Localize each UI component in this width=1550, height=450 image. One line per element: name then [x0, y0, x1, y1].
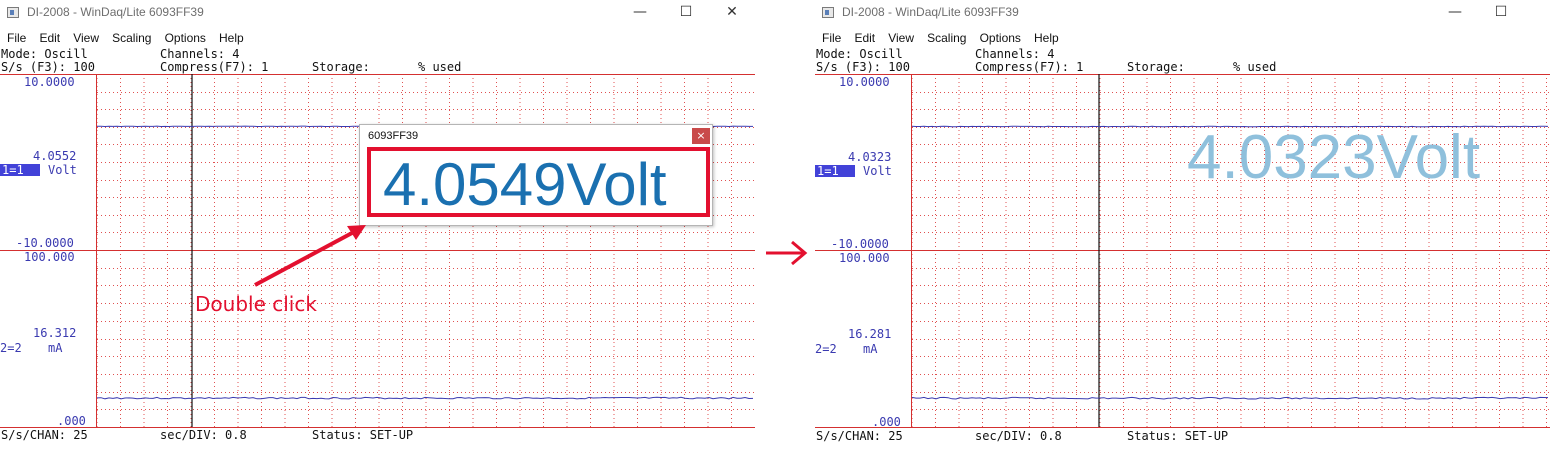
ch1-unit: Volt [863, 164, 892, 178]
ch1-value: 4.0323 [848, 150, 892, 164]
sec-per-div-label: sec/DIV: 0.8 [975, 429, 1062, 443]
floating-reading: 4.0323Volt [1187, 123, 1481, 192]
ch2-channel-label[interactable]: 2=2 [815, 343, 837, 355]
ch2-value: 16.281 [848, 327, 892, 341]
ch2-unit: mA [863, 342, 878, 356]
annotation-arrow [254, 225, 366, 287]
annotation-arrow-shaft [254, 231, 353, 287]
windaq-window-right: DI-2008 - WinDaq/Lite 6093FF39 — ☐ File … [815, 0, 1550, 450]
samples-per-channel-label: S/s/CHAN: 25 [816, 429, 903, 443]
double-click-annotation: Double click [195, 292, 317, 316]
windaq-window-left: DI-2008 - WinDaq/Lite 6093FF39 — ☐ ✕ Fil… [0, 0, 755, 450]
ch1-channel-box[interactable]: 1=1 [815, 165, 855, 177]
oscilloscope-plot[interactable] [815, 0, 1550, 450]
ch1-bottom-scale: -10.0000 [831, 237, 889, 251]
ch2-bottom-scale: .000 [872, 415, 901, 429]
ch1-top-scale: 10.0000 [839, 75, 890, 89]
arrow-right-icon [766, 240, 808, 266]
ch2-top-scale: 100.000 [839, 251, 890, 265]
status-label: Status: SET-UP [1127, 429, 1229, 443]
